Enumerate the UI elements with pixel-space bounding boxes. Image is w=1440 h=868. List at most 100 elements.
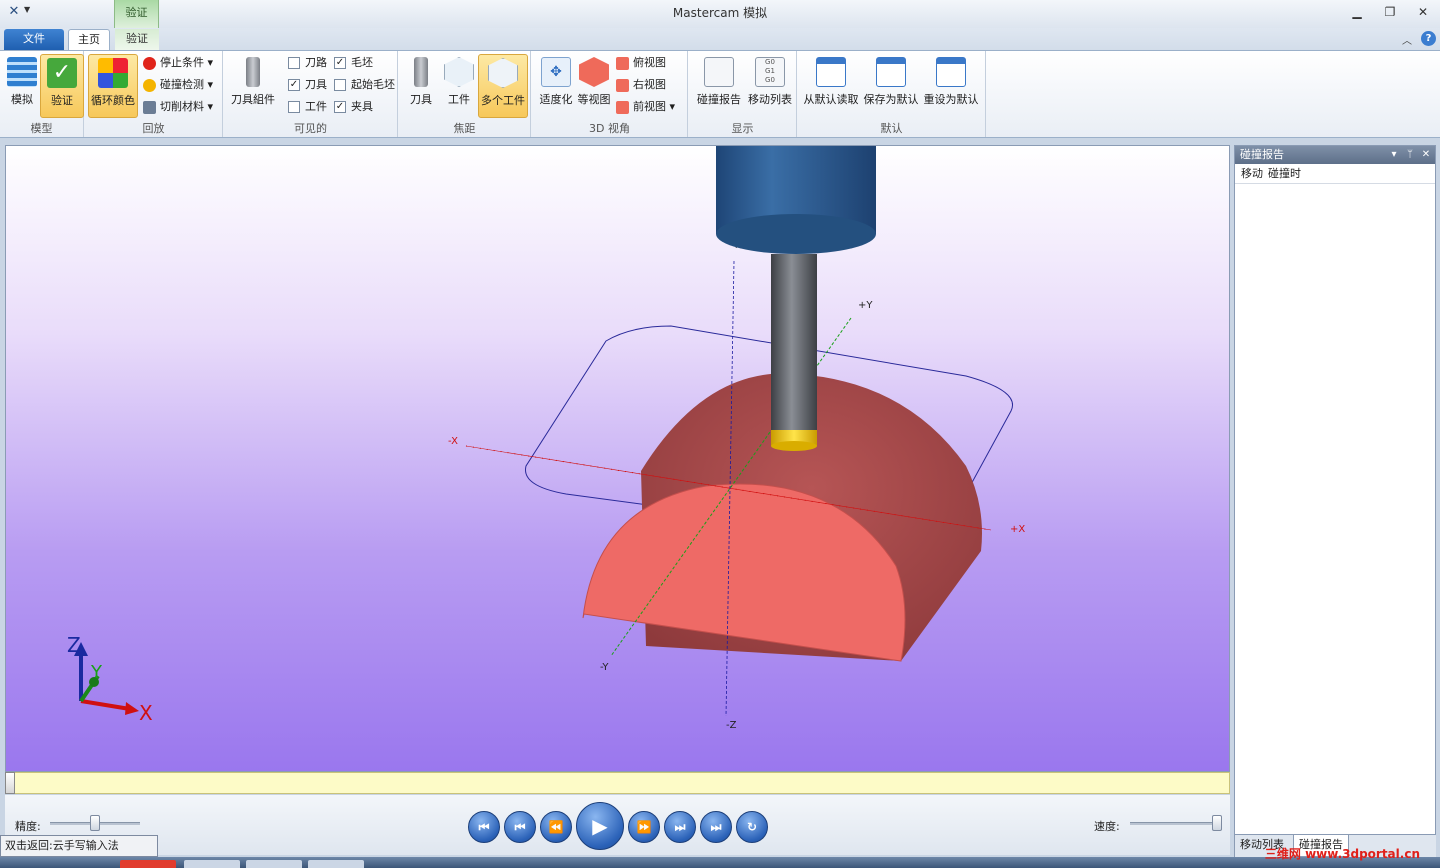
reset-defaults-button[interactable]: 重设为默认	[922, 54, 980, 118]
collision-burst-icon	[143, 78, 156, 92]
taskbar-item[interactable]	[246, 860, 302, 868]
triad-label-x: X	[139, 701, 153, 725]
tab-file[interactable]: 文件	[4, 29, 64, 50]
stop-conditions-button[interactable]: 停止条件 ▾	[143, 54, 213, 72]
precision-knob[interactable]	[90, 815, 100, 831]
focus-tool-icon	[414, 57, 428, 87]
step-forward-button[interactable]: ⏭	[664, 811, 696, 843]
panel-title: 碰撞报告	[1240, 148, 1284, 161]
cut-material-button[interactable]: 切削材料 ▾	[143, 98, 213, 116]
stop-icon	[143, 56, 156, 70]
front-view-icon	[616, 100, 629, 114]
progress-slider-track[interactable]	[5, 772, 1230, 794]
move-list-button[interactable]: G0 G1 G0 移动列表	[745, 54, 795, 118]
ribbon: 模拟 ✓ 验证 模型 循环颜色 停止条件 ▾ 碰撞检测 ▾ 切削材料 ▾ 回放 …	[0, 50, 1440, 138]
axis-label-px: +X	[1010, 524, 1025, 535]
window-title: Mastercam 模拟	[672, 6, 768, 20]
fixture-checkbox[interactable]: ✓	[334, 101, 346, 113]
axis-label-nz: -Z	[726, 720, 737, 731]
column-move[interactable]: 移动	[1241, 167, 1263, 180]
column-collision[interactable]: 碰撞时	[1268, 167, 1301, 180]
taskbar-item[interactable]	[184, 860, 240, 868]
panel-pin-icon[interactable]: ᛘ	[1403, 146, 1417, 164]
quick-access-dropdown-icon[interactable]: ▼	[24, 5, 30, 14]
simulate-button[interactable]: 模拟	[0, 54, 44, 118]
triad-label-z: Z	[67, 633, 81, 657]
speed-track[interactable]	[1130, 822, 1222, 825]
close-icon[interactable]: ✕	[1410, 3, 1436, 21]
move-list-icon: G0 G1 G0	[755, 57, 785, 87]
save-defaults-button[interactable]: 保存为默认	[862, 54, 920, 118]
toolpath-checkbox[interactable]	[288, 57, 300, 69]
top-view-button[interactable]: 俯视图	[616, 54, 666, 72]
skip-end-button[interactable]: ⏭	[700, 811, 732, 843]
group-display: 碰撞报告 G0 G1 G0 移动列表 显示	[689, 51, 797, 137]
speed-label: 速度:	[1094, 820, 1120, 833]
simulation-viewport[interactable]: +Z -Z +Y -Y +X -X Z Y X	[5, 145, 1230, 772]
right-view-button[interactable]: 右视图	[616, 76, 666, 94]
iso-view-button[interactable]: 等视图	[572, 54, 616, 118]
visible-fixture-toggle[interactable]: ✓ 夹具	[334, 98, 373, 116]
tool-checkbox[interactable]: ✓	[288, 79, 300, 91]
right-view-icon	[616, 78, 629, 92]
front-view-button[interactable]: 前视图 ▾	[616, 98, 675, 116]
collision-report-button[interactable]: 碰撞报告	[693, 54, 745, 118]
visible-stock-toggle[interactable]: ✓ 毛坯	[334, 54, 373, 72]
loop-button[interactable]: ↻	[736, 811, 768, 843]
app-icon[interactable]: ✕	[6, 4, 22, 20]
load-defaults-icon	[816, 57, 846, 87]
top-view-icon	[616, 56, 629, 70]
restore-icon[interactable]: ❐	[1377, 3, 1403, 21]
context-tab-header: 验证	[114, 0, 159, 28]
visible-workpiece-toggle[interactable]: 工件	[288, 98, 327, 116]
initial-stock-checkbox[interactable]	[334, 79, 346, 91]
ime-status[interactable]: 双击返回:云手写输入法	[0, 835, 158, 857]
fast-forward-button[interactable]: ⏩	[628, 811, 660, 843]
panel-close-icon[interactable]: ✕	[1419, 146, 1433, 164]
play-button[interactable]: ▶	[576, 802, 624, 850]
minimize-ribbon-icon[interactable]: ︿	[1402, 32, 1412, 47]
tool-shank	[771, 254, 817, 432]
verify-button[interactable]: ✓ 验证	[40, 54, 84, 118]
tool-tip-bottom	[771, 441, 817, 451]
group-focus: 刀具 工件 多个工件 焦距	[399, 51, 531, 137]
tab-verify[interactable]: 验证	[115, 29, 159, 50]
precision-label: 精度:	[15, 820, 41, 833]
focus-workpiece-button[interactable]: 工件	[437, 54, 481, 118]
triad-x-arrow	[125, 702, 139, 715]
group-view3d: ✥ 适度化 等视图 俯视图 右视图 前视图 ▾ 3D 视角	[532, 51, 688, 137]
step-back-button[interactable]: ⏮	[504, 811, 536, 843]
triad-x-axis	[80, 699, 131, 711]
group-playback: 循环颜色 停止条件 ▾ 碰撞检测 ▾ 切削材料 ▾ 回放	[85, 51, 223, 137]
collision-check-button[interactable]: 碰撞检测 ▾	[143, 76, 213, 94]
minimize-icon[interactable]: ▁	[1344, 3, 1370, 21]
rewind-button[interactable]: ⏪	[540, 811, 572, 843]
stock-checkbox[interactable]: ✓	[334, 57, 346, 69]
group-model: 模拟 ✓ 验证 模型	[0, 51, 84, 137]
group-visible: 刀具組件 刀路 ✓ 刀具 工件 ✓ 毛坯 起始毛坯 ✓ 夹具 可见的	[224, 51, 398, 137]
fit-icon: ✥	[541, 57, 571, 87]
help-icon[interactable]: ?	[1421, 31, 1436, 46]
workpiece-checkbox[interactable]	[288, 101, 300, 113]
panel-dropdown-icon[interactable]: ▾	[1387, 146, 1401, 164]
visible-toolpath-toggle[interactable]: 刀路	[288, 54, 327, 72]
taskbar-item[interactable]	[120, 860, 176, 868]
cut-material-icon	[143, 100, 156, 114]
speed-knob[interactable]	[1212, 815, 1222, 831]
rewind-start-button[interactable]: ⏮	[468, 811, 500, 843]
progress-slider-knob[interactable]	[5, 772, 15, 794]
check-icon: ✓	[47, 58, 77, 88]
tool-assembly-button[interactable]: 刀具組件	[228, 54, 278, 118]
spindle-bottom	[716, 214, 876, 254]
load-defaults-button[interactable]: 从默认读取	[802, 54, 860, 118]
visible-initial-stock-toggle[interactable]: 起始毛坯	[334, 76, 395, 94]
focus-workpiece-icon	[444, 57, 474, 87]
color-cycle-button[interactable]: 循环颜色	[88, 54, 138, 118]
ribbon-tab-row: 文件 主页 验证 ︿ ?	[0, 28, 1440, 50]
taskbar-item[interactable]	[308, 860, 364, 868]
scene-canvas: +Z -Z +Y -Y +X -X Z Y X	[67, 146, 1025, 731]
focus-multi-workpiece-button[interactable]: 多个工件	[478, 54, 528, 118]
tab-home[interactable]: 主页	[68, 29, 110, 50]
visible-tool-toggle[interactable]: ✓ 刀具	[288, 76, 327, 94]
axis-label-py: +Y	[858, 300, 873, 311]
